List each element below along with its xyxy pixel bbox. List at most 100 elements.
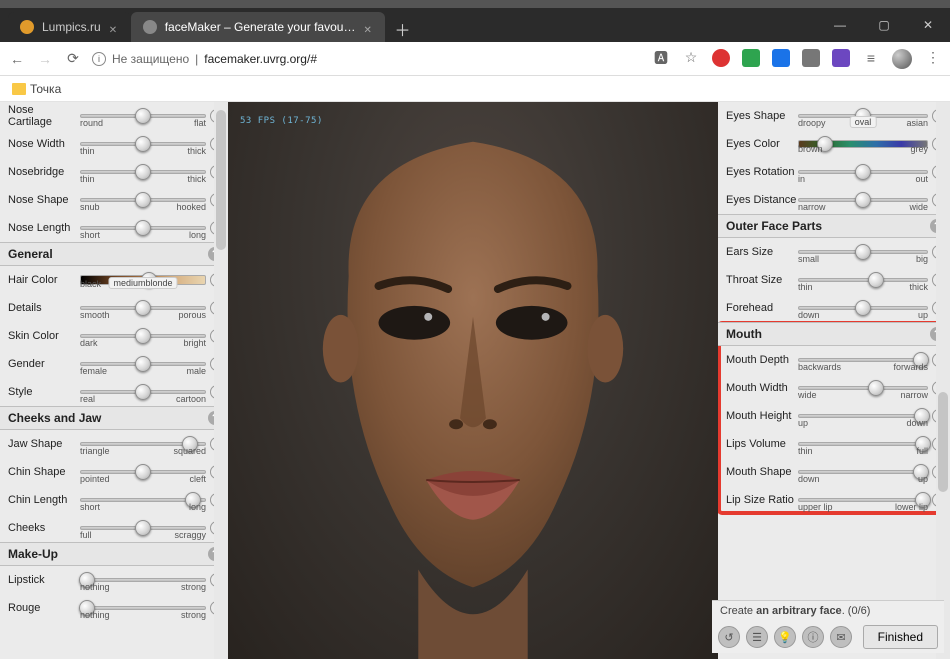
- slider-track-wrap[interactable]: backwardsforwards: [798, 358, 928, 362]
- close-icon[interactable]: [109, 22, 119, 32]
- close-window-button[interactable]: ✕: [906, 8, 950, 42]
- slider-max-label: forwards: [893, 362, 928, 372]
- light-button[interactable]: 💡: [774, 626, 796, 648]
- slider-skin-color: Skin Colordarkbright: [0, 322, 228, 350]
- slider-thumb[interactable]: [855, 300, 871, 316]
- slider-track-wrap[interactable]: nothingstrong: [80, 578, 206, 582]
- slider-track-wrap[interactable]: browngrey: [798, 140, 928, 148]
- translate-icon[interactable]: 🅰: [652, 49, 670, 67]
- slider-label: Rouge: [8, 602, 80, 614]
- slider-track-wrap[interactable]: smoothporous: [80, 306, 206, 310]
- slider-label: Skin Color: [8, 330, 80, 342]
- minimize-button[interactable]: —: [818, 8, 862, 42]
- slider-thumb[interactable]: [855, 192, 871, 208]
- bookmarks-bar: Точка: [0, 76, 950, 102]
- slider-thumb[interactable]: [135, 108, 151, 124]
- slider-label: Chin Shape: [8, 466, 80, 478]
- slider-nose-shape: Nose Shapesnubhooked: [0, 186, 228, 214]
- mouth-section-highlight: Mouth?Mouth DepthbackwardsforwardsMouth …: [718, 322, 950, 514]
- slider-label: Nose Length: [8, 222, 80, 234]
- slider-track-wrap[interactable]: downup: [798, 306, 928, 310]
- ext-icon-4[interactable]: [802, 49, 820, 67]
- tab-facemaker[interactable]: faceMaker – Generate your favou…: [131, 12, 386, 42]
- bookmark-label[interactable]: Точка: [30, 82, 61, 96]
- tab-lumpics[interactable]: Lumpics.ru: [8, 12, 131, 42]
- right-scrollbar[interactable]: [936, 102, 950, 659]
- new-tab-button[interactable]: ＋: [389, 16, 415, 42]
- slider-track-wrap[interactable]: upper liplower lip: [798, 498, 928, 502]
- slider-thumb[interactable]: [135, 300, 151, 316]
- randomize-button[interactable]: ☰: [746, 626, 768, 648]
- slider-track-wrap[interactable]: updown: [798, 414, 928, 418]
- finished-button[interactable]: Finished: [863, 625, 938, 649]
- slider-track-wrap[interactable]: fullscraggy: [80, 526, 206, 530]
- slider-max-label: strong: [181, 582, 206, 592]
- slider-track-wrap[interactable]: shortlong: [80, 226, 206, 230]
- slider-track-wrap[interactable]: inout: [798, 170, 928, 174]
- slider-max-label: narrow: [900, 390, 928, 400]
- slider-track-wrap[interactable]: thinthick: [798, 278, 928, 282]
- slider-track-wrap[interactable]: smallbig: [798, 250, 928, 254]
- slider-track-wrap[interactable]: blackmediumblonde: [80, 275, 206, 285]
- slider-thumb[interactable]: [135, 464, 151, 480]
- slider-max-label: up: [918, 474, 928, 484]
- star-icon[interactable]: ☆: [682, 49, 700, 67]
- slider-track-wrap[interactable]: droopyasianoval: [798, 114, 928, 118]
- slider-thumb[interactable]: [135, 520, 151, 536]
- slider-thumb[interactable]: [855, 164, 871, 180]
- slider-track-wrap[interactable]: trianglesquared: [80, 442, 206, 446]
- slider-min-label: upper lip: [798, 502, 833, 512]
- slider-thumb[interactable]: [135, 220, 151, 236]
- face-viewport[interactable]: 53 FPS (17-75): [228, 102, 718, 659]
- slider-track-wrap[interactable]: nothingstrong: [80, 606, 206, 610]
- slider-track-wrap[interactable]: realcartoon: [80, 390, 206, 394]
- slider-track-wrap[interactable]: thinfull: [798, 442, 928, 446]
- undo-button[interactable]: ↺: [718, 626, 740, 648]
- slider-lip-size-ratio: Lip Size Ratioupper liplower lip: [718, 486, 950, 514]
- close-icon[interactable]: [363, 22, 373, 32]
- slider-track-wrap[interactable]: narrowwide: [798, 198, 928, 202]
- address-bar[interactable]: i Не защищено | facemaker.uvrg.org/#: [92, 52, 317, 66]
- slider-thumb[interactable]: [855, 244, 871, 260]
- profile-avatar[interactable]: [892, 49, 912, 69]
- slider-thumb[interactable]: [868, 380, 884, 396]
- slider-track-wrap[interactable]: downup: [798, 470, 928, 474]
- slider-thumb[interactable]: [135, 384, 151, 400]
- slider-chin-shape: Chin Shapepointedcleft: [0, 458, 228, 486]
- slider-thumb[interactable]: [135, 136, 151, 152]
- ext-icon-5[interactable]: [832, 49, 850, 67]
- reload-button[interactable]: ⟳: [64, 50, 82, 68]
- back-button[interactable]: ←: [8, 50, 26, 68]
- slider-track-wrap[interactable]: shortlong: [80, 498, 206, 502]
- slider-track-wrap[interactable]: thinthick: [80, 170, 206, 174]
- slider-track-wrap[interactable]: femalemale: [80, 362, 206, 366]
- ext-icon-2[interactable]: [742, 49, 760, 67]
- ext-icon-3[interactable]: [772, 49, 790, 67]
- slider-track-wrap[interactable]: pointedcleft: [80, 470, 206, 474]
- maximize-button[interactable]: ▢: [862, 8, 906, 42]
- slider-thumb[interactable]: [135, 356, 151, 372]
- ext-icon-1[interactable]: [712, 49, 730, 67]
- forward-button[interactable]: →: [36, 50, 54, 68]
- slider-track-wrap[interactable]: thinthick: [80, 142, 206, 146]
- playlist-icon[interactable]: ≡: [862, 49, 880, 67]
- folder-icon[interactable]: [12, 83, 26, 95]
- slider-max-label: strong: [181, 610, 206, 620]
- site-info-icon[interactable]: i: [92, 52, 106, 66]
- slider-min-label: down: [798, 310, 820, 320]
- slider-track-wrap[interactable]: snubhooked: [80, 198, 206, 202]
- slider-thumb[interactable]: [135, 328, 151, 344]
- slider-thumb[interactable]: [135, 192, 151, 208]
- info-button[interactable]: ⓘ: [802, 626, 824, 648]
- slider-track-wrap[interactable]: roundflat: [80, 114, 206, 118]
- slider-thumb[interactable]: [135, 164, 151, 180]
- kebab-menu-icon[interactable]: ⋮: [924, 49, 942, 67]
- slider-eyes-distance: Eyes Distancenarrowwide: [718, 186, 950, 214]
- left-scrollbar[interactable]: [214, 102, 228, 659]
- email-button[interactable]: ✉: [830, 626, 852, 648]
- slider-mouth-height: Mouth Heightupdown: [718, 402, 950, 430]
- slider-max-label: full: [916, 446, 928, 456]
- slider-track-wrap[interactable]: darkbright: [80, 334, 206, 338]
- slider-thumb[interactable]: [868, 272, 884, 288]
- slider-track-wrap[interactable]: widenarrow: [798, 386, 928, 390]
